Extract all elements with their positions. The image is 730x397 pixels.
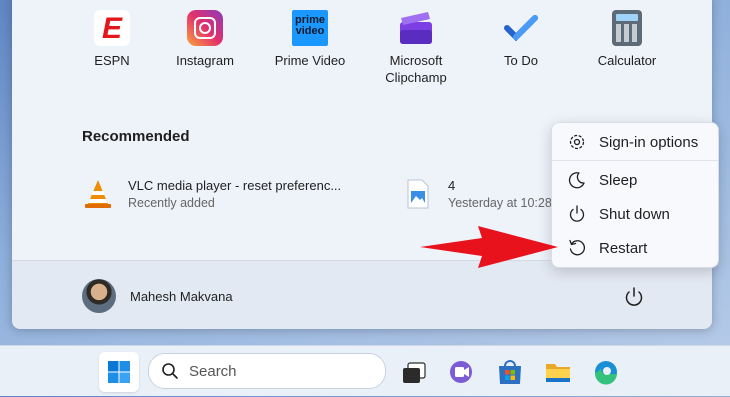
gear-icon: [569, 134, 585, 150]
edge-button[interactable]: [586, 352, 626, 392]
app-label-line2: Clipchamp: [385, 70, 447, 85]
store-button[interactable]: [490, 352, 530, 392]
menu-item-label: Shut down: [599, 205, 670, 223]
search-icon: [162, 363, 178, 379]
search-box[interactable]: Search: [148, 353, 386, 389]
annotation-arrow-icon: [420, 226, 558, 268]
start-button[interactable]: [99, 352, 139, 392]
espn-icon-letter: E: [101, 12, 122, 45]
recommended-item-sub: Recently added: [128, 196, 215, 210]
image-file-icon: [402, 178, 434, 210]
app-label: To Do: [504, 53, 538, 68]
menu-item-shut-down[interactable]: Shut down: [552, 198, 718, 230]
recommended-item-sub: Yesterday at 10:28: [448, 196, 552, 210]
menu-item-sleep[interactable]: Sleep: [552, 164, 718, 196]
todo-icon: [503, 10, 539, 46]
app-label: Instagram: [176, 53, 234, 68]
start-footer: Mahesh Makvana: [12, 260, 712, 329]
menu-divider: [552, 160, 718, 161]
espn-icon: E: [94, 10, 130, 46]
taskbar: Search: [0, 345, 730, 396]
instagram-icon: [187, 10, 223, 46]
recommended-item-name: VLC media player - reset preferenc...: [128, 178, 342, 193]
start-icon: [108, 361, 130, 383]
prime-video-icon-text: video: [295, 25, 325, 37]
avatar: [82, 279, 116, 313]
power-menu: Sign-in options Sleep Shut down Restart: [551, 122, 719, 268]
menu-item-label: Restart: [599, 239, 648, 257]
clipchamp-icon: [398, 10, 434, 46]
edge-icon: [594, 361, 617, 385]
app-clipchamp[interactable]: Microsoft Clipchamp: [361, 6, 471, 86]
app-prime-video[interactable]: prime video Prime Video: [255, 6, 365, 69]
app-todo[interactable]: To Do: [466, 6, 576, 69]
menu-item-label: Sleep: [599, 171, 638, 189]
store-icon: [499, 360, 521, 384]
task-view-icon: [403, 362, 426, 383]
recommended-item-name: 4: [448, 178, 456, 193]
power-icon: [569, 205, 585, 222]
user-account[interactable]: Mahesh Makvana: [82, 279, 233, 313]
app-label-line1: Microsoft: [389, 53, 443, 68]
app-label: Calculator: [597, 53, 657, 68]
vlc-icon: [82, 178, 114, 210]
app-calculator[interactable]: Calculator: [572, 6, 682, 69]
menu-item-restart[interactable]: Restart: [552, 232, 718, 264]
calculator-icon: [612, 10, 642, 46]
menu-item-sign-in-options[interactable]: Sign-in options: [552, 126, 718, 158]
user-name: Mahesh Makvana: [130, 288, 233, 304]
restart-icon: [569, 239, 585, 256]
recommended-item-vlc[interactable]: VLC media player - reset preferenc... Re…: [82, 178, 341, 210]
prime-video-icon: prime video: [292, 10, 328, 46]
teams-chat-icon: [450, 361, 472, 383]
file-explorer-button[interactable]: [538, 352, 578, 392]
recommended-item-4[interactable]: 4 Yesterday at 10:28: [402, 178, 552, 210]
task-view-button[interactable]: [394, 352, 434, 392]
app-label: Prime Video: [274, 53, 346, 68]
menu-item-label: Sign-in options: [599, 133, 699, 151]
file-explorer-icon: [546, 364, 570, 382]
pinned-apps: E ESPN Instagram prime video Prime Video: [12, 0, 712, 92]
moon-icon: [568, 172, 585, 189]
recommended-title: Recommended: [82, 128, 190, 145]
search-label: Search: [189, 362, 237, 380]
power-button[interactable]: [620, 283, 648, 311]
teams-chat-button[interactable]: [441, 352, 481, 392]
app-instagram[interactable]: Instagram: [150, 6, 260, 69]
power-icon: [625, 287, 643, 306]
